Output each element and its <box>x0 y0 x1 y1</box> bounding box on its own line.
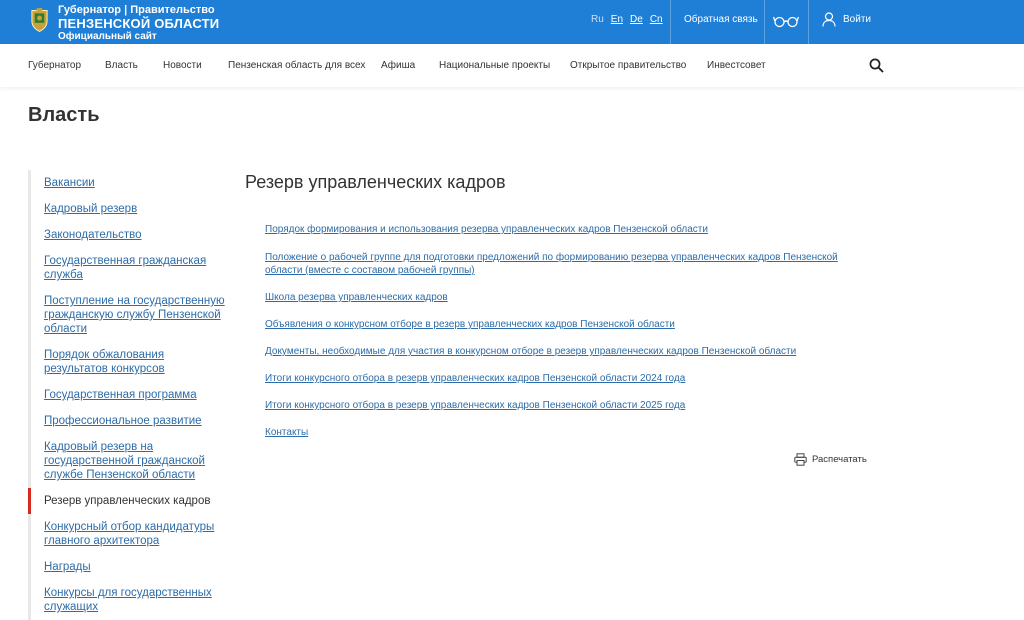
language-switcher: Ru En De Cn <box>591 14 663 25</box>
sidebar-item-label: Государственная программа <box>44 389 197 401</box>
sidebar-item-vacancies[interactable]: Вакансии <box>28 170 228 196</box>
nav-item-governor[interactable]: Губернатор <box>28 60 81 71</box>
doc-link-reserve-school[interactable]: Школа резерва управленческих кадров <box>265 291 865 304</box>
sidebar-item-entering-service[interactable]: Поступление на государственную гражданск… <box>28 288 228 342</box>
top-bar: Губернатор | Правительство ПЕНЗЕНСКОЙ ОБ… <box>0 0 1024 44</box>
sidebar-item-chief-architect-selection[interactable]: Конкурсный отбор кандидатуры главного ар… <box>28 514 228 554</box>
doc-link-results-2024[interactable]: Итоги конкурсного отбора в резерв управл… <box>265 372 865 385</box>
coat-of-arms-icon <box>31 8 48 32</box>
glasses-icon[interactable] <box>773 13 799 29</box>
sidebar-item-state-program[interactable]: Государственная программа <box>28 382 228 408</box>
sidebar-item-label: Кадровый резерв на государственной гражд… <box>44 441 205 481</box>
user-icon <box>822 12 836 27</box>
sidebar-item-civil-service-reserve[interactable]: Кадровый резерв на государственной гражд… <box>28 434 228 488</box>
doc-link-contacts[interactable]: Контакты <box>265 426 865 439</box>
printer-icon <box>794 453 807 466</box>
doc-link-results-2025[interactable]: Итоги конкурсного отбора в резерв управл… <box>265 399 865 412</box>
login-button[interactable]: Войти <box>822 12 871 27</box>
sidebar-item-management-reserve[interactable]: Резерв управленческих кадров <box>28 488 228 514</box>
search-icon[interactable] <box>869 58 884 73</box>
content-title: Резерв управленческих кадров <box>245 172 506 192</box>
divider <box>670 0 671 44</box>
doc-link-required-documents[interactable]: Документы, необходимые для участия в кон… <box>265 345 865 358</box>
sidebar-item-label: Резерв управленческих кадров <box>44 495 211 507</box>
sidebar-item-personnel-reserve[interactable]: Кадровый резерв <box>28 196 228 222</box>
sidebar-item-professional-development[interactable]: Профессиональное развитие <box>28 408 228 434</box>
divider <box>808 0 809 44</box>
lang-ru[interactable]: Ru <box>591 14 604 25</box>
sidebar-menu: Вакансии Кадровый резерв Законодательств… <box>28 170 228 620</box>
sidebar-item-label: Государственная гражданская служба <box>44 255 207 281</box>
feedback-link[interactable]: Обратная связь <box>684 14 758 25</box>
login-label: Войти <box>843 14 871 25</box>
sidebar-item-label: Кадровый резерв <box>44 203 138 215</box>
doc-link-selection-announcements[interactable]: Объявления о конкурсном отборе в резерв … <box>265 318 865 331</box>
sidebar-item-label: Конкурсный отбор кандидатуры главного ар… <box>44 521 215 547</box>
nav-item-region-for-all[interactable]: Пензенская область для всех <box>228 60 365 71</box>
nav-item-open-government[interactable]: Открытое правительство <box>570 60 686 71</box>
logo-line-2: ПЕНЗЕНСКОЙ ОБЛАСТИ <box>58 16 220 31</box>
nav-item-national-projects[interactable]: Национальные проекты <box>439 60 550 71</box>
sidebar-item-appeal-procedure[interactable]: Порядок обжалования результатов конкурсо… <box>28 342 228 382</box>
nav-item-investsovet[interactable]: Инвестсовет <box>707 60 766 71</box>
doc-link-formation-order[interactable]: Порядок формирования и использования рез… <box>265 223 865 236</box>
sidebar-item-label: Награды <box>44 561 91 573</box>
sidebar-item-label: Профессиональное развитие <box>44 415 202 427</box>
sidebar-item-civil-service[interactable]: Государственная гражданская служба <box>28 248 228 288</box>
nav-item-news[interactable]: Новости <box>163 60 202 71</box>
sidebar-item-label: Порядок обжалования результатов конкурсо… <box>44 349 165 375</box>
page-title: Власть <box>28 104 100 126</box>
lang-en[interactable]: En <box>611 14 623 25</box>
lang-de[interactable]: De <box>630 14 643 25</box>
lang-cn[interactable]: Cn <box>650 14 663 25</box>
print-button[interactable]: Распечатать <box>794 453 867 466</box>
nav-item-power[interactable]: Власть <box>105 60 138 71</box>
sidebar-item-contests[interactable]: Конкурсы для государственных служащих <box>28 580 228 620</box>
site-logo[interactable]: Губернатор | Правительство ПЕНЗЕНСКОЙ ОБ… <box>30 4 219 43</box>
print-label: Распечатать <box>812 454 867 465</box>
doc-link-working-group-regulation[interactable]: Положение о рабочей группе для подготовк… <box>265 251 865 277</box>
sidebar-item-label: Поступление на государственную гражданск… <box>44 295 225 335</box>
sidebar-item-label: Законодательство <box>44 229 142 241</box>
sidebar-item-awards[interactable]: Награды <box>28 554 228 580</box>
nav-item-afisha[interactable]: Афиша <box>381 60 415 71</box>
sidebar-item-label: Вакансии <box>44 177 95 189</box>
divider <box>764 0 765 44</box>
logo-line-3: Официальный сайт <box>58 31 157 42</box>
logo-line-1: Губернатор | Правительство <box>58 4 215 16</box>
sidebar-item-label: Конкурсы для государственных служащих <box>44 587 212 613</box>
sidebar-item-legislation[interactable]: Законодательство <box>28 222 228 248</box>
